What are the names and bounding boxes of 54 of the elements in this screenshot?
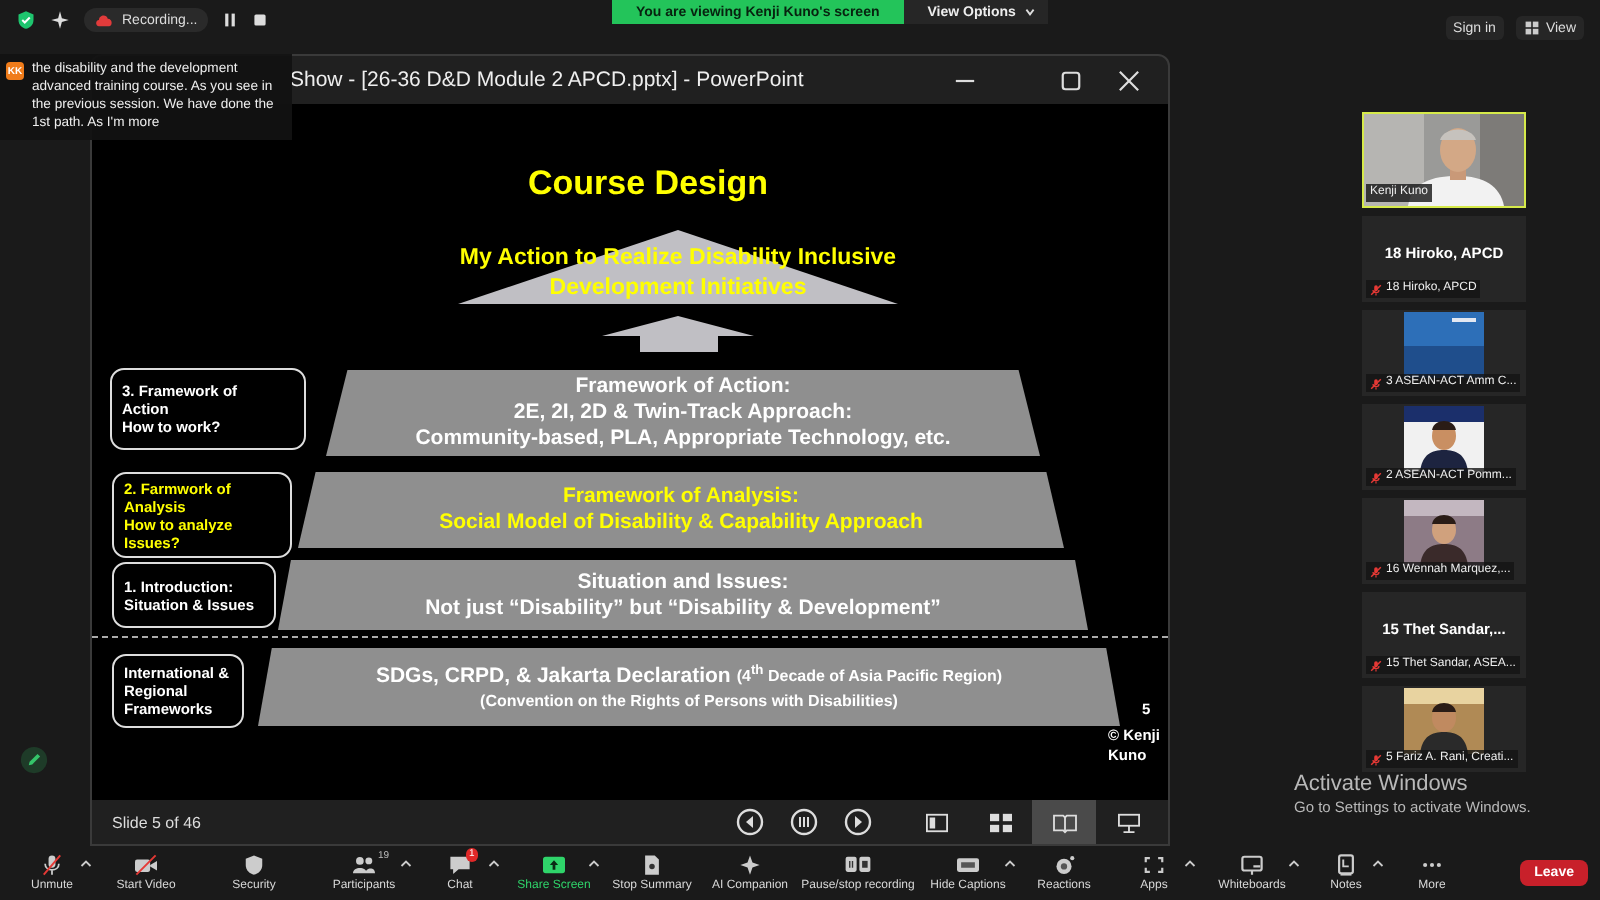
toolbar-icon xyxy=(1140,853,1168,875)
toolbar-icon xyxy=(1332,853,1360,875)
slide-title: Course Design xyxy=(526,164,770,204)
layer-text: 2E, 2I, 2D & Twin-Track Approach: xyxy=(513,400,853,426)
layer-text: Framework of Action: xyxy=(575,374,791,400)
toolbar-icon xyxy=(843,853,872,875)
annotate-button[interactable] xyxy=(20,746,48,774)
pause-icon[interactable] xyxy=(221,12,238,28)
toolbar-icon xyxy=(240,853,268,875)
view-mode-icon xyxy=(987,811,1013,833)
toolbar-icon xyxy=(131,853,160,875)
layer-text: Not just “Disability” but “Disability & Development” xyxy=(425,595,941,621)
caret-icon[interactable] xyxy=(588,857,600,867)
layer-text: Community-based, PLA, Appropriate Technology, etc. xyxy=(415,426,951,452)
layer-text: SDGs, CRPD, & Jakarta Declaration xyxy=(375,663,731,689)
toolbar-icon xyxy=(954,853,982,875)
toolbar-icon xyxy=(349,853,378,875)
shield-icon[interactable] xyxy=(16,10,36,30)
caret-icon[interactable] xyxy=(80,857,92,867)
maximize-icon[interactable] xyxy=(1060,69,1082,91)
activation-title: Activate Windows xyxy=(1294,772,1470,798)
view-mode-icon xyxy=(1115,811,1141,833)
toolbar-icon xyxy=(1050,853,1078,875)
view-mode-icon xyxy=(1051,811,1077,833)
caret-icon[interactable] xyxy=(1288,857,1300,867)
cloud-icon xyxy=(94,10,114,30)
layer-text: (Convention on the Rights of Persons with Disabilities) xyxy=(480,689,898,711)
toolbar-icon xyxy=(37,853,66,875)
caret-icon[interactable] xyxy=(488,857,500,867)
view-mode-icon xyxy=(923,811,949,833)
toolbar-icon xyxy=(446,853,474,875)
toolbar-icon xyxy=(736,853,764,875)
close-icon[interactable] xyxy=(1118,69,1140,91)
chevron-down-icon xyxy=(1023,6,1036,18)
stop-icon[interactable] xyxy=(251,12,268,28)
previous-button[interactable] xyxy=(736,808,764,836)
caret-icon[interactable] xyxy=(1372,857,1384,867)
sparkle-icon[interactable] xyxy=(50,10,70,30)
layer-text: Situation and Issues: xyxy=(577,569,789,595)
caret-icon[interactable] xyxy=(1004,857,1016,867)
layer-text: Framework of Analysis: xyxy=(562,484,800,510)
layer-note: (4$^{th}$ Decade of Asia Pacific Region) xyxy=(736,663,1003,685)
layer-text: Social Model of Disability & Capability Approach xyxy=(439,510,923,536)
toolbar-icon xyxy=(539,853,568,875)
menu-button[interactable] xyxy=(790,808,818,836)
caret-icon[interactable] xyxy=(400,857,412,867)
window-title: Show - [26-36 D&D Module 2 APCD.pptx] - PowerPoint xyxy=(290,68,804,92)
next-button[interactable] xyxy=(844,808,872,836)
slide-counter: Slide 5 of 46 xyxy=(112,813,203,831)
goal-text: Development Initiatives xyxy=(549,274,807,304)
caret-icon[interactable] xyxy=(1184,857,1196,867)
view-mode-button[interactable] xyxy=(1032,800,1096,844)
toolbar-icon xyxy=(1238,853,1266,875)
grid-icon xyxy=(1523,20,1540,36)
